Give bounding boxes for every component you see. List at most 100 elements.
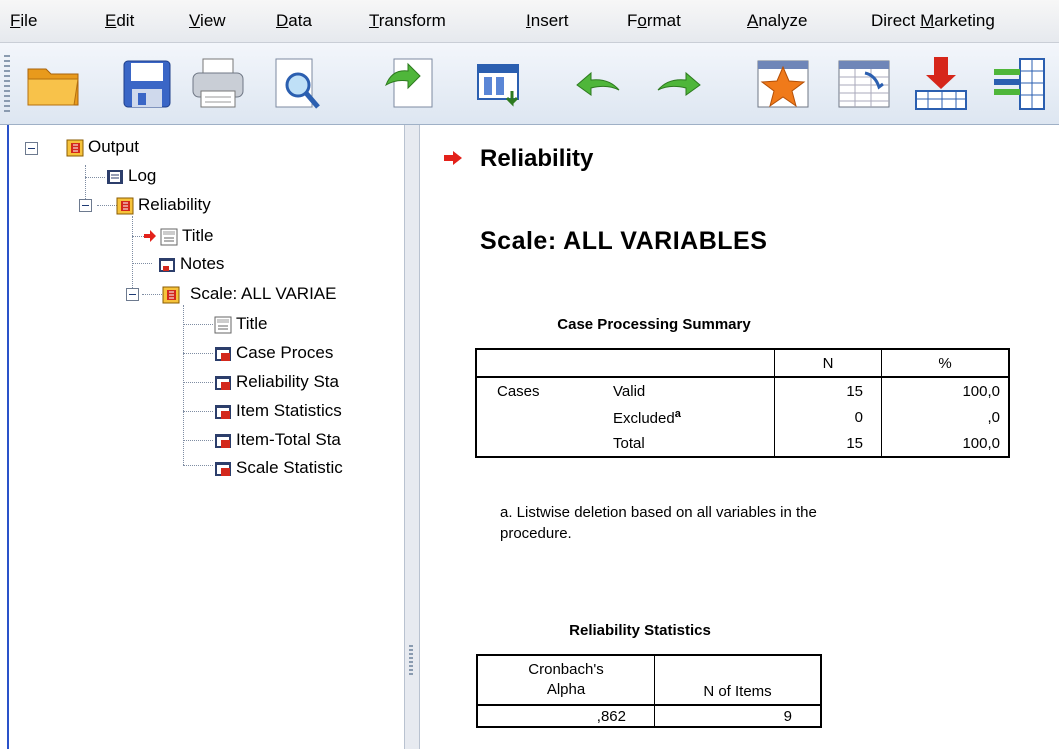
insert-cases-icon[interactable]: [912, 55, 970, 113]
reliability-statistics-table[interactable]: Cronbach's Alpha N of Items ,862 9: [476, 654, 822, 728]
tree-connector: [132, 236, 144, 237]
tree-connector: [183, 382, 213, 383]
cell-items: 9: [783, 707, 792, 725]
row-label-total: Total: [605, 430, 775, 457]
tree-node-notes[interactable]: Notes: [158, 251, 224, 277]
col-header-pct: %: [938, 354, 952, 372]
menu-format[interactable]: Format: [627, 0, 681, 42]
tree-label: Item Statistics: [236, 401, 342, 420]
row-group-label: Cases: [497, 382, 540, 400]
goto-variable-icon[interactable]: [835, 55, 893, 113]
menu-analyze[interactable]: Analyze: [747, 0, 807, 42]
tree-node-log[interactable]: Log: [106, 163, 156, 189]
table-icon: [215, 433, 231, 448]
menu-view[interactable]: View: [189, 0, 226, 42]
tree-connector: [132, 263, 152, 264]
current-item-arrow-icon: [144, 230, 156, 242]
procedure-book-icon: [116, 197, 134, 215]
cell-excluded-n: 0: [774, 404, 882, 430]
table-corner: [476, 349, 775, 377]
tree-label: Case Proces: [236, 343, 334, 362]
menu-data[interactable]: Data: [276, 0, 312, 42]
print-icon[interactable]: [189, 55, 247, 113]
menu-direct-marketing[interactable]: Direct Marketing: [871, 0, 995, 42]
col-header-items: N of Items: [703, 683, 772, 700]
collapse-output-toggle[interactable]: [25, 142, 38, 155]
cell-excluded-pct: ,0: [987, 408, 1000, 426]
print-preview-icon[interactable]: [268, 55, 326, 113]
menu-file[interactable]: File: [10, 0, 37, 42]
current-item-arrow-icon: [444, 151, 462, 165]
alpha-header-line2: Alpha: [546, 681, 586, 698]
table-icon: [215, 375, 231, 390]
export-icon[interactable]: [380, 55, 438, 113]
cell-valid-n: 15: [774, 377, 882, 404]
undo-icon[interactable]: [569, 55, 627, 113]
tree-label: Item-Total Sta: [236, 430, 341, 449]
tree-node-item-total-statistics[interactable]: Item-Total Sta: [214, 427, 341, 453]
tree-node-reliability-statistics[interactable]: Reliability Sta: [214, 369, 339, 395]
row-label-valid: Valid: [605, 377, 775, 404]
tree-node-case-processing[interactable]: Case Proces: [214, 340, 333, 366]
tree-connector: [183, 305, 184, 465]
toolbar: [0, 43, 1059, 125]
save-icon[interactable]: [118, 55, 176, 113]
tree-connector: [183, 440, 213, 441]
procedure-heading: Reliability: [480, 145, 594, 172]
scale-heading: Scale: ALL VARIABLES: [480, 227, 768, 255]
log-icon: [107, 169, 123, 184]
menu-bar: File Edit View Data Transform Insert For…: [0, 0, 1059, 43]
tree-connector: [183, 465, 213, 466]
tree-pane-border: [7, 125, 9, 749]
table-icon: [215, 461, 231, 476]
tree-node-scale-title[interactable]: Title: [214, 311, 268, 337]
recall-dialog-icon[interactable]: [472, 55, 530, 113]
tree-node-output[interactable]: Output: [66, 134, 139, 160]
tree-connector: [132, 216, 133, 296]
menu-edit[interactable]: Edit: [105, 0, 134, 42]
tree-node-reliability[interactable]: Reliability: [116, 192, 211, 218]
title-icon: [160, 228, 178, 246]
tree-connector: [183, 353, 213, 354]
case-processing-title: Case Processing Summary: [557, 316, 751, 333]
cell-alpha: ,862: [477, 705, 655, 727]
tree-node-title[interactable]: Title: [160, 223, 214, 249]
row-label-excluded: Excludeda: [605, 404, 775, 430]
tree-label: Reliability Sta: [236, 372, 339, 391]
menu-transform[interactable]: Transform: [369, 0, 446, 42]
collapse-reliability-toggle[interactable]: [79, 199, 92, 212]
tree-connector: [85, 177, 105, 178]
tree-label: Title: [236, 314, 268, 333]
col-header-n: N: [774, 349, 882, 377]
toolbar-grip[interactable]: [4, 55, 10, 113]
table-icon: [215, 404, 231, 419]
case-processing-table[interactable]: N % Cases Valid 15 100,0 Excludeda 0 ,0 …: [475, 348, 1010, 458]
collapse-scale-toggle[interactable]: [126, 288, 139, 301]
reliability-statistics-title: Reliability Statistics: [569, 622, 711, 639]
excluded-label: Excluded: [613, 409, 675, 427]
tree-node-scale[interactable]: Scale: ALL VARIAE: [162, 281, 336, 307]
open-folder-icon[interactable]: [24, 55, 82, 113]
redo-icon[interactable]: [650, 55, 708, 113]
insert-variable-icon[interactable]: [990, 55, 1048, 113]
tree-label: Scale: ALL VARIAE: [190, 284, 337, 303]
col-header-alpha: Cronbach's Alpha: [477, 655, 655, 705]
footnote-marker: a: [674, 407, 681, 420]
cell-total-n: 15: [774, 430, 882, 457]
outline-tree-pane[interactable]: [0, 125, 406, 749]
output-content-pane[interactable]: Reliability Scale: ALL VARIABLES Case Pr…: [420, 125, 1059, 749]
cell-total-pct: 100,0: [962, 434, 1000, 452]
pane-splitter[interactable]: [404, 125, 420, 749]
tree-label: Reliability: [138, 195, 211, 214]
goto-case-icon[interactable]: [754, 55, 812, 113]
tree-label: Log: [128, 166, 157, 185]
tree-node-scale-statistics[interactable]: Scale Statistic: [214, 455, 343, 481]
cell-valid-pct: 100,0: [962, 382, 1000, 400]
menu-insert[interactable]: Insert: [526, 0, 569, 42]
splitter-grip: [409, 645, 413, 675]
table-footnote: a. Listwise deletion based on all variab…: [500, 504, 817, 542]
tree-label: Output: [88, 137, 140, 156]
table-icon: [215, 346, 231, 361]
tree-node-item-statistics[interactable]: Item Statistics: [214, 398, 342, 424]
output-book-icon: [66, 139, 84, 157]
